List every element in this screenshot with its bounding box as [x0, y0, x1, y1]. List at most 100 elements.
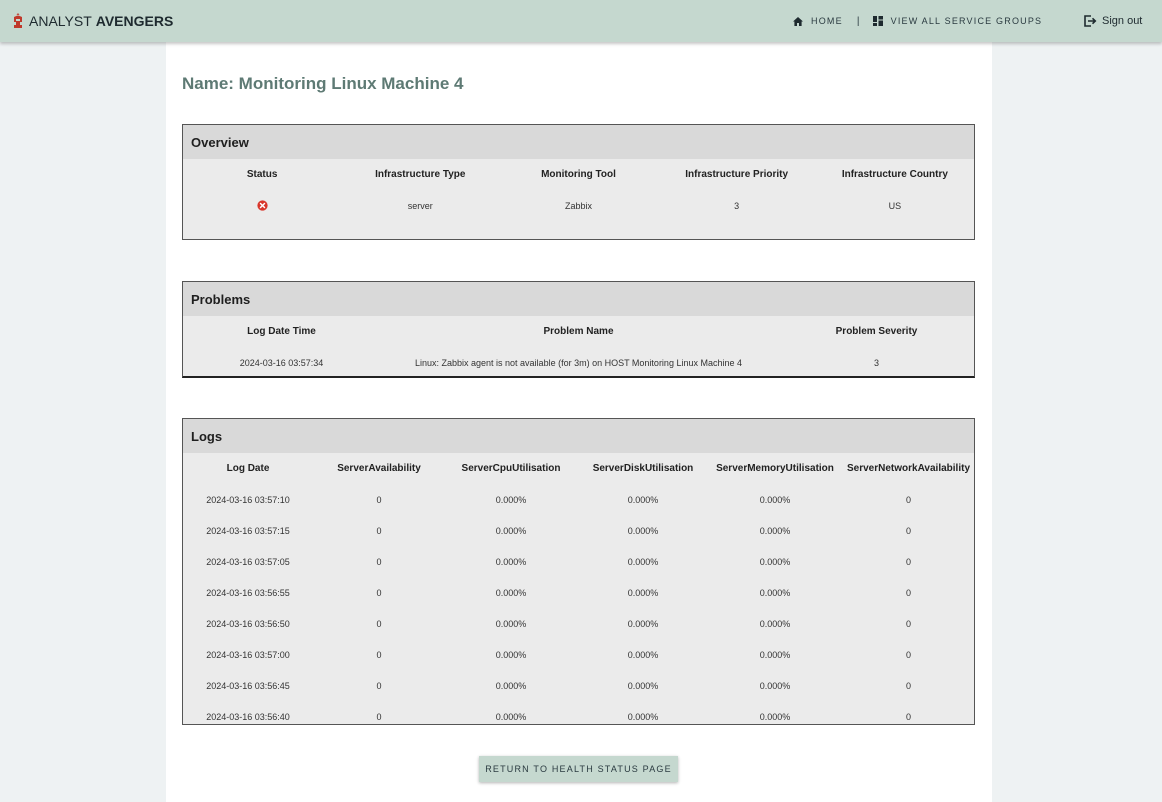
table-row: 2024-03-16 03:57:05 0 0.000% 0.000% 0.000% 0 [183, 546, 976, 577]
column-header-infrastructure-priority: Infrastructure Priority [685, 169, 789, 180]
server-availability-cell: 0 [376, 618, 382, 629]
table-header-row: Status Infrastructure Type Monitoring To… [183, 159, 974, 190]
monitoring-tool-cell: Zabbix [564, 200, 592, 211]
infrastructure-country-cell: US [888, 200, 902, 211]
overview-table: Status Infrastructure Type Monitoring To… [183, 159, 974, 221]
spartan-helmet-icon [14, 13, 22, 28]
server-memory-utilisation-cell: 0.000% [759, 649, 791, 660]
table-row: 2024-03-16 03:56:40 0 0.000% 0.000% 0.000% 0 [183, 701, 976, 732]
server-cpu-utilisation-cell: 0.000% [495, 618, 527, 629]
server-disk-utilisation-cell: 0.000% [627, 649, 659, 660]
status-cell [183, 190, 341, 221]
table-row: 2024-03-16 03:57:10 0 0.000% 0.000% 0.000% 0 [183, 484, 976, 515]
column-header-log-date: Log Date [226, 463, 270, 474]
sign-out-icon [1084, 15, 1097, 27]
table-row: 2024-03-16 03:57:00 0 0.000% 0.000% 0.000% 0 [183, 639, 976, 670]
brand-name-bold: AVENGERS [95, 13, 174, 29]
server-disk-utilisation-cell: 0.000% [627, 680, 659, 691]
server-cpu-utilisation-cell: 0.000% [495, 680, 527, 691]
column-header-server-disk-utilisation: ServerDiskUtilisation [592, 463, 694, 474]
server-cpu-utilisation-cell: 0.000% [495, 556, 527, 567]
logs-table-body: 2024-03-16 03:57:10 0 0.000% 0.000% 0.000% 0 2… [183, 484, 976, 732]
problem-severity-cell: 3 [873, 357, 879, 368]
brand-logo-link[interactable]: ANALYST AVENGERS [12, 0, 173, 42]
server-cpu-utilisation-cell: 0.000% [495, 587, 527, 598]
server-disk-utilisation-cell: 0.000% [627, 618, 659, 629]
column-header-server-memory-utilisation: ServerMemoryUtilisation [716, 463, 834, 474]
server-memory-utilisation-cell: 0.000% [759, 494, 791, 505]
server-network-availability-cell: 0 [905, 525, 911, 536]
nav-service-groups-link[interactable]: VIEW ALL SERVICE GROUPS [872, 16, 1043, 26]
log-date-cell: 2024-03-16 03:56:45 [206, 680, 290, 691]
server-memory-utilisation-cell: 0.000% [759, 525, 791, 536]
table-header-row: Log Date Time Problem Name Problem Sever… [183, 316, 976, 347]
server-availability-cell: 0 [376, 525, 382, 536]
server-availability-cell: 0 [376, 556, 382, 567]
nav-home-link[interactable]: HOME [793, 16, 843, 26]
server-network-availability-cell: 0 [905, 649, 911, 660]
table-row: 2024-03-16 03:56:50 0 0.000% 0.000% 0.000% 0 [183, 608, 976, 639]
top-navbar: ANALYST AVENGERS HOME | VIEW ALL SERVICE… [0, 0, 1162, 42]
log-date-cell: 2024-03-16 03:56:50 [206, 618, 290, 629]
overview-card-header: Overview [183, 125, 974, 159]
server-network-availability-cell: 0 [905, 680, 911, 691]
infrastructure-priority-cell: 3 [734, 200, 740, 211]
column-header-server-network-availability: ServerNetworkAvailability [846, 463, 971, 474]
log-date-cell: 2024-03-16 03:56:40 [206, 711, 290, 722]
logs-card-header: Logs [183, 419, 974, 453]
nav-separator: | [856, 15, 861, 27]
server-disk-utilisation-cell: 0.000% [627, 525, 659, 536]
problems-table: Log Date Time Problem Name Problem Sever… [183, 316, 976, 378]
server-memory-utilisation-cell: 0.000% [759, 711, 791, 722]
sign-out-link[interactable]: Sign out [1084, 0, 1142, 42]
server-availability-cell: 0 [376, 649, 382, 660]
logs-card: Logs Log Date ServerAvailability ServerC… [182, 418, 975, 725]
table-row: 2024-03-16 03:56:55 0 0.000% 0.000% 0.000% 0 [183, 577, 976, 608]
table-row: 2024-03-16 03:56:45 0 0.000% 0.000% 0.000% 0 [183, 670, 976, 701]
server-disk-utilisation-cell: 0.000% [627, 494, 659, 505]
server-memory-utilisation-cell: 0.000% [759, 556, 791, 567]
column-header-infrastructure-type: Infrastructure Type [375, 169, 466, 180]
return-to-health-status-button[interactable]: RETURN TO HEALTH STATUS PAGE [479, 756, 678, 782]
overview-card: Overview Status Infrastructure Type Moni… [182, 124, 975, 240]
server-cpu-utilisation-cell: 0.000% [495, 649, 527, 660]
main-content: Name: Monitoring Linux Machine 4 Overvie… [166, 42, 992, 802]
column-header-log-date-time: Log Date Time [247, 326, 316, 337]
nav-links: HOME | VIEW ALL SERVICE GROUPS [793, 0, 1042, 42]
server-disk-utilisation-cell: 0.000% [627, 556, 659, 567]
error-circle-icon [256, 200, 268, 211]
column-header-problem-name: Problem Name [543, 326, 614, 337]
server-network-availability-cell: 0 [905, 556, 911, 567]
server-network-availability-cell: 0 [905, 711, 911, 722]
server-cpu-utilisation-cell: 0.000% [495, 711, 527, 722]
column-header-status: Status [246, 169, 278, 180]
log-date-cell: 2024-03-16 03:56:55 [206, 587, 290, 598]
brand-name-light: ANALYST [29, 13, 92, 29]
home-icon [793, 16, 803, 26]
server-disk-utilisation-cell: 0.000% [627, 711, 659, 722]
server-memory-utilisation-cell: 0.000% [759, 680, 791, 691]
column-header-infrastructure-country: Infrastructure Country [841, 169, 948, 180]
log-date-cell: 2024-03-16 03:57:10 [206, 494, 290, 505]
server-network-availability-cell: 0 [905, 494, 911, 505]
problem-log-date-time-cell: 2024-03-16 03:57:34 [239, 357, 324, 368]
column-header-monitoring-tool: Monitoring Tool [541, 169, 616, 180]
server-availability-cell: 0 [376, 494, 382, 505]
infrastructure-type-cell: server [407, 200, 433, 211]
server-memory-utilisation-cell: 0.000% [759, 587, 791, 598]
server-cpu-utilisation-cell: 0.000% [495, 525, 527, 536]
column-header-server-cpu-utilisation: ServerCpuUtilisation [461, 463, 561, 474]
table-row: 2024-03-16 03:57:34 Linux: Zabbix agent … [183, 347, 976, 378]
problems-card: Problems Log Date Time Problem Name Prob… [182, 281, 975, 378]
problem-name-cell: Linux: Zabbix agent is not available (fo… [414, 357, 742, 368]
server-cpu-utilisation-cell: 0.000% [495, 494, 527, 505]
server-network-availability-cell: 0 [905, 587, 911, 598]
table-row: server Zabbix 3 US [183, 190, 974, 221]
page-title: Name: Monitoring Linux Machine 4 [182, 74, 464, 93]
log-date-cell: 2024-03-16 03:57:15 [206, 525, 290, 536]
problems-card-header: Problems [183, 282, 974, 316]
log-date-cell: 2024-03-16 03:57:00 [206, 649, 290, 660]
server-availability-cell: 0 [376, 587, 382, 598]
nav-service-groups-label: VIEW ALL SERVICE GROUPS [890, 16, 1043, 26]
column-header-server-availability: ServerAvailability [337, 463, 421, 474]
